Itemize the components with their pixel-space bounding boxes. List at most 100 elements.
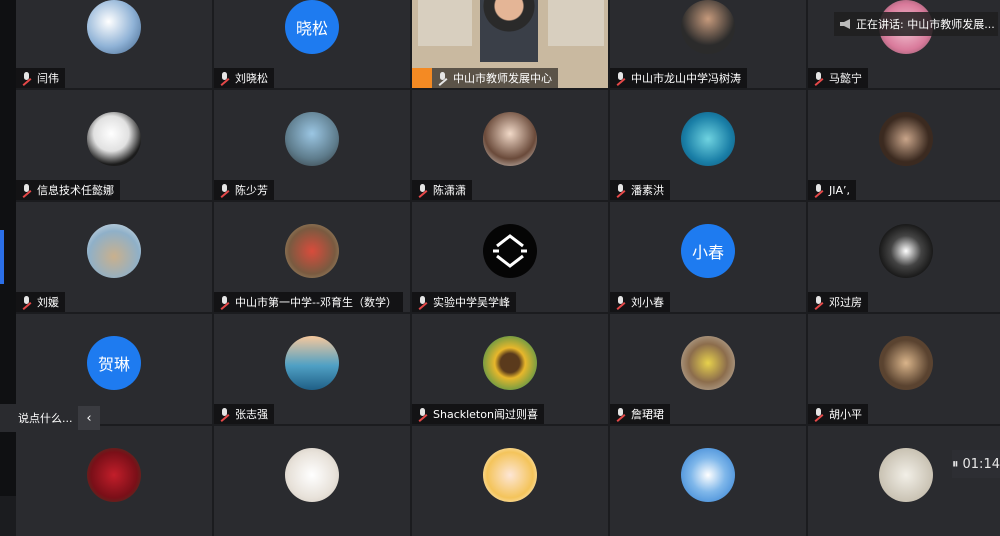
- participant-tile[interactable]: 中山市龙山中学冯树涛: [610, 0, 806, 88]
- mic-icon: [436, 71, 450, 85]
- participant-tile[interactable]: 晓松刘晓松: [214, 0, 410, 88]
- participant-name-label: 刘媛: [16, 292, 65, 312]
- mic-muted-icon: [614, 295, 628, 309]
- avatar: [681, 336, 735, 390]
- meeting-timer: ⏸ 01:14: [952, 450, 1000, 478]
- participant-name-label: 马懿宁: [808, 68, 868, 88]
- avatar: [879, 112, 933, 166]
- participant-name: 马懿宁: [829, 72, 862, 85]
- participant-tile[interactable]: [808, 426, 1000, 536]
- avatar: 贺琳: [87, 336, 141, 390]
- avatar: [87, 112, 141, 166]
- participant-tile[interactable]: 张志强: [214, 314, 410, 424]
- sidebar-active-indicator: [0, 230, 4, 284]
- participant-name-label: 詹珺珺: [610, 404, 670, 424]
- participant-tile[interactable]: [610, 426, 806, 536]
- participant-name-label: 张志强: [214, 404, 274, 424]
- active-speaker-icon: [412, 68, 432, 88]
- avatar: [879, 448, 933, 502]
- avatar: [879, 336, 933, 390]
- mic-muted-icon: [218, 183, 232, 197]
- participant-name-label: 潘素洪: [610, 180, 670, 200]
- speaker-icon: [840, 19, 850, 29]
- chat-input[interactable]: 说点什么...: [18, 410, 73, 426]
- avatar: [483, 112, 537, 166]
- participant-name: 陈潇潇: [433, 184, 466, 197]
- participant-tile[interactable]: JIA’,: [808, 90, 1000, 200]
- participant-name: 邓过房: [829, 296, 862, 309]
- participant-name-label: 陈少芳: [214, 180, 274, 200]
- avatar: [681, 448, 735, 502]
- participant-name: 信息技术任懿娜: [37, 184, 114, 197]
- participant-name: 刘媛: [37, 296, 59, 309]
- participant-tile[interactable]: [412, 426, 608, 536]
- participant-name: 胡小平: [829, 408, 862, 421]
- participant-name-label: 实验中学吴学峰: [412, 292, 516, 312]
- participant-tile[interactable]: 中山市教师发展中心: [412, 0, 608, 88]
- participant-name: 中山市教师发展中心: [453, 72, 552, 85]
- avatar: [285, 336, 339, 390]
- participant-tile[interactable]: 詹珺珺: [610, 314, 806, 424]
- mic-muted-icon: [218, 295, 232, 309]
- mic-muted-icon: [20, 183, 34, 197]
- participant-name-label: Shackleton闻过则喜: [412, 404, 544, 424]
- avatar: [483, 336, 537, 390]
- participant-name-label: 刘小春: [610, 292, 670, 312]
- avatar: [879, 224, 933, 278]
- participant-tile[interactable]: 陈潇潇: [412, 90, 608, 200]
- participant-tile[interactable]: Shackleton闻过则喜: [412, 314, 608, 424]
- participant-name: 陈少芳: [235, 184, 268, 197]
- participant-tile[interactable]: 实验中学吴学峰: [412, 202, 608, 312]
- participant-name-label: JIA’,: [808, 180, 857, 200]
- participant-tile[interactable]: 潘素洪: [610, 90, 806, 200]
- avatar: [483, 224, 537, 278]
- avatar: 晓松: [285, 0, 339, 54]
- participant-name: 中山市第一中学--邓育生（数学）: [235, 296, 397, 309]
- participant-name-label: 邓过房: [808, 292, 868, 312]
- participant-tile[interactable]: 邓过房: [808, 202, 1000, 312]
- mic-muted-icon: [614, 183, 628, 197]
- participant-name-label: 陈潇潇: [412, 180, 472, 200]
- participant-tile[interactable]: 闫伟: [16, 0, 212, 88]
- mic-muted-icon: [614, 71, 628, 85]
- speaking-toast: 正在讲话: 中山市教师发展...: [834, 12, 998, 36]
- mic-muted-icon: [812, 71, 826, 85]
- participant-name: 闫伟: [37, 72, 59, 85]
- mic-muted-icon: [20, 295, 34, 309]
- mic-muted-icon: [812, 295, 826, 309]
- speaking-toast-text: 正在讲话: 中山市教师发展...: [856, 18, 995, 31]
- pause-icon: ⏸: [952, 456, 959, 472]
- avatar: 小春: [681, 224, 735, 278]
- avatar: [285, 112, 339, 166]
- mic-muted-icon: [812, 183, 826, 197]
- participant-name: 中山市龙山中学冯树涛: [631, 72, 741, 85]
- participant-tile[interactable]: 信息技术任懿娜: [16, 90, 212, 200]
- participant-name-label: 闫伟: [16, 68, 65, 88]
- chat-bar[interactable]: 说点什么... ‹: [0, 404, 100, 432]
- mic-muted-icon: [218, 407, 232, 421]
- timer-text: 01:14: [962, 456, 1000, 472]
- avatar: [87, 448, 141, 502]
- participant-name: 刘小春: [631, 296, 664, 309]
- mic-muted-icon: [20, 71, 34, 85]
- participant-tile[interactable]: 刘媛: [16, 202, 212, 312]
- participant-tile[interactable]: 中山市第一中学--邓育生（数学）: [214, 202, 410, 312]
- participant-tile[interactable]: 小春刘小春: [610, 202, 806, 312]
- mic-muted-icon: [812, 407, 826, 421]
- participant-tile[interactable]: 胡小平: [808, 314, 1000, 424]
- mic-muted-icon: [416, 295, 430, 309]
- mic-muted-icon: [416, 407, 430, 421]
- avatar: [681, 112, 735, 166]
- participant-tile[interactable]: [16, 426, 212, 536]
- avatar: [285, 224, 339, 278]
- participant-name: 刘晓松: [235, 72, 268, 85]
- participant-name: Shackleton闻过则喜: [433, 408, 538, 421]
- avatar: [87, 0, 141, 54]
- participant-name-label: 胡小平: [808, 404, 868, 424]
- avatar: [285, 448, 339, 502]
- participant-tile[interactable]: [214, 426, 410, 536]
- participant-name: 詹珺珺: [631, 408, 664, 421]
- participant-tile[interactable]: 陈少芳: [214, 90, 410, 200]
- avatar: [483, 448, 537, 502]
- chevron-left-icon[interactable]: ‹: [78, 406, 100, 430]
